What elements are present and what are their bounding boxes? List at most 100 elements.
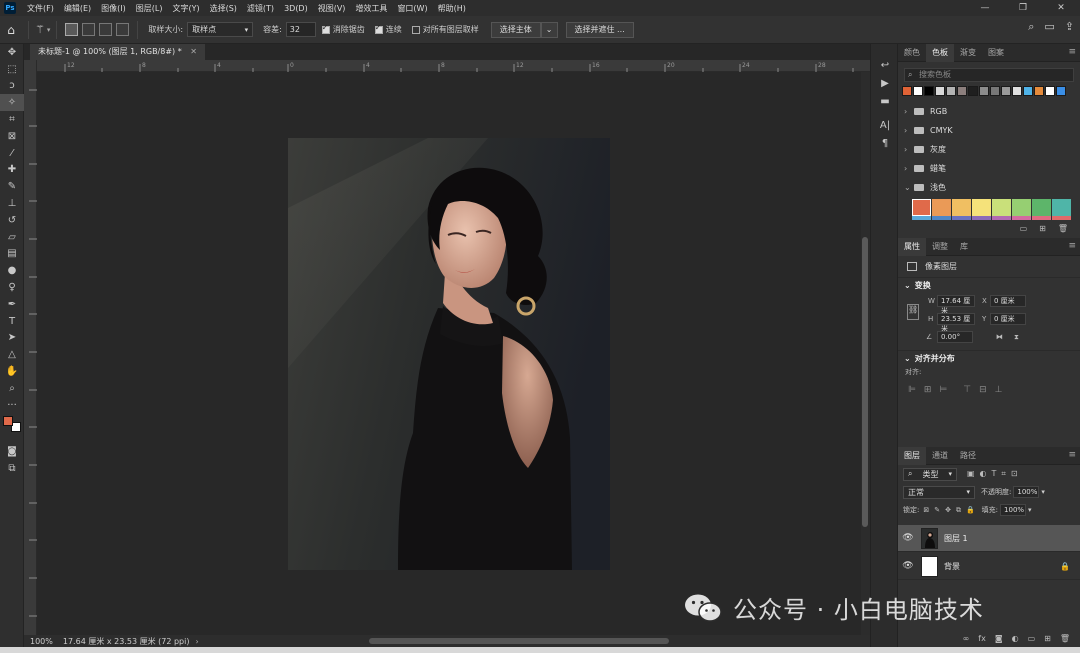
contiguous-checkbox[interactable] bbox=[374, 23, 383, 34]
marquee-tool-icon[interactable]: ⬚ bbox=[0, 61, 24, 78]
menu-help[interactable]: 帮助(H) bbox=[433, 3, 471, 14]
align-left-icon[interactable]: ⊫ bbox=[908, 385, 916, 395]
document-image[interactable] bbox=[288, 138, 610, 570]
layer-row[interactable]: 👁 背景 🔒 bbox=[898, 553, 1080, 580]
lock-icons[interactable]: ⊠✎✥⧉🔒 bbox=[923, 506, 979, 515]
select-and-mask-button[interactable]: 选择并遮住 ... bbox=[565, 21, 634, 38]
panel-menu-icon[interactable]: ≡ bbox=[1068, 47, 1076, 57]
swatch[interactable] bbox=[1052, 216, 1071, 220]
link-icon[interactable]: ⛓ bbox=[907, 304, 919, 320]
paragraph-icon[interactable]: ¶ bbox=[871, 134, 899, 152]
swatch[interactable] bbox=[1001, 86, 1011, 96]
swatch[interactable] bbox=[1032, 199, 1051, 216]
swatch[interactable] bbox=[992, 199, 1011, 216]
zoom-level[interactable]: 100% bbox=[30, 637, 53, 646]
zoom-tool-icon[interactable]: ⌕ bbox=[0, 380, 24, 397]
new-selection-mode-button[interactable] bbox=[65, 23, 79, 36]
adjustment-layer-icon[interactable]: ◐ bbox=[1012, 634, 1019, 643]
tolerance-input[interactable]: 32 bbox=[285, 22, 316, 37]
swatch[interactable] bbox=[1012, 216, 1031, 220]
delete-icon[interactable]: 🗑 bbox=[1058, 224, 1068, 233]
blend-mode-select[interactable]: 正常 ▾ bbox=[903, 485, 975, 499]
swatch[interactable] bbox=[946, 86, 956, 96]
close-button[interactable]: ✕ bbox=[1042, 0, 1080, 16]
actions-play-icon[interactable]: ▶ bbox=[871, 74, 899, 92]
align-center-v-icon[interactable]: ⊟ bbox=[979, 385, 987, 395]
dodge-tool-icon[interactable]: ♀ bbox=[0, 279, 24, 296]
align-bottom-icon[interactable]: ⊥ bbox=[995, 385, 1003, 395]
opacity-input[interactable]: 100% bbox=[1013, 486, 1040, 498]
swatch-search-input[interactable]: ⌕ 搜索色板 bbox=[904, 68, 1074, 82]
workspace-icon[interactable]: ▭ bbox=[1044, 20, 1054, 34]
link-layers-icon[interactable]: ∞ bbox=[963, 634, 970, 643]
swatch[interactable] bbox=[952, 199, 971, 216]
intersect-selection-mode-button[interactable] bbox=[116, 23, 130, 36]
swatch-group-light[interactable]: ⌄ 浅色 bbox=[898, 178, 1080, 197]
chevron-down-icon[interactable]: ▾ bbox=[1041, 488, 1045, 496]
tab-gradients[interactable]: 渐变 bbox=[954, 44, 982, 62]
quick-mask-icon[interactable]: ◙ bbox=[0, 444, 24, 461]
shape-tool-icon[interactable]: △ bbox=[0, 346, 24, 363]
tab-patterns[interactable]: 图案 bbox=[982, 44, 1010, 62]
type-tool-icon[interactable]: T bbox=[0, 313, 24, 330]
swatch[interactable] bbox=[957, 86, 967, 96]
swatch[interactable] bbox=[1056, 86, 1066, 96]
hand-tool-icon[interactable]: ✋ bbox=[0, 363, 24, 380]
layer-name[interactable]: 背景 bbox=[944, 561, 960, 572]
screen-mode-icon[interactable]: ⧉ bbox=[0, 460, 24, 477]
lasso-tool-icon[interactable]: ↄ bbox=[0, 78, 24, 95]
swatch[interactable] bbox=[979, 86, 989, 96]
swatch[interactable] bbox=[972, 199, 991, 216]
swatch[interactable] bbox=[935, 86, 945, 96]
chevron-down-icon[interactable]: ▾ bbox=[1028, 506, 1032, 514]
fill-input[interactable]: 100% bbox=[1000, 504, 1027, 516]
healing-brush-tool-icon[interactable]: ✚ bbox=[0, 162, 24, 179]
swatch-group-rgb[interactable]: › RGB bbox=[898, 102, 1080, 121]
minimize-button[interactable]: — bbox=[966, 0, 1004, 16]
eye-icon[interactable]: 👁 bbox=[898, 561, 918, 571]
tab-layers[interactable]: 图层 bbox=[898, 446, 926, 465]
history-icon[interactable]: ↩ bbox=[871, 56, 899, 74]
menu-type[interactable]: 文字(Y) bbox=[167, 3, 204, 14]
eyedropper-tool-icon[interactable]: ⁄ bbox=[0, 145, 24, 162]
align-center-h-icon[interactable]: ⊞ bbox=[924, 385, 932, 395]
magic-wand-preset-icon[interactable]: ⚚ bbox=[35, 23, 45, 36]
magic-wand-tool-icon[interactable]: ✧ bbox=[0, 94, 24, 112]
vertical-scrollbar-thumb[interactable] bbox=[862, 237, 868, 527]
close-icon[interactable]: ✕ bbox=[190, 47, 197, 56]
comments-icon[interactable]: ▬ bbox=[871, 92, 899, 110]
height-input[interactable]: 23.53 厘米 bbox=[937, 313, 975, 333]
character-icon[interactable]: A| bbox=[871, 116, 899, 134]
swatch[interactable] bbox=[912, 199, 931, 216]
sample-size-select[interactable]: 取样点 ▾ bbox=[187, 22, 254, 37]
menu-3d[interactable]: 3D(D) bbox=[279, 4, 313, 13]
layer-row[interactable]: 👁 图层 1 bbox=[898, 525, 1080, 552]
menu-select[interactable]: 选择(S) bbox=[205, 3, 242, 14]
swatch[interactable] bbox=[932, 199, 951, 216]
restore-button[interactable]: ❐ bbox=[1004, 0, 1042, 16]
layer-filter-icons[interactable]: ▣◐T⌗⊡ bbox=[967, 469, 1023, 479]
delete-icon[interactable]: 🗑 bbox=[1060, 634, 1070, 643]
tab-swatches[interactable]: 色板 bbox=[926, 43, 954, 62]
select-subject-dropdown[interactable]: ⌄ bbox=[540, 21, 558, 38]
tab-channels[interactable]: 通道 bbox=[926, 447, 954, 465]
new-group-icon[interactable]: ▭ bbox=[1020, 224, 1028, 233]
menu-file[interactable]: 文件(F) bbox=[22, 3, 59, 14]
tab-color[interactable]: 颜色 bbox=[898, 44, 926, 62]
menu-plugins[interactable]: 增效工具 bbox=[350, 3, 392, 14]
history-brush-tool-icon[interactable]: ↺ bbox=[0, 212, 24, 229]
swatch[interactable] bbox=[968, 86, 978, 96]
panel-menu-icon[interactable]: ≡ bbox=[1068, 241, 1076, 251]
panel-menu-icon[interactable]: ≡ bbox=[1068, 450, 1076, 460]
menu-window[interactable]: 窗口(W) bbox=[392, 3, 432, 14]
x-input[interactable]: 0 厘米 bbox=[990, 295, 1026, 307]
pen-tool-icon[interactable]: ✒ bbox=[0, 296, 24, 313]
swatch[interactable] bbox=[913, 86, 923, 96]
menu-layer[interactable]: 图层(L) bbox=[131, 3, 168, 14]
new-swatch-icon[interactable]: ⊞ bbox=[1039, 224, 1046, 233]
align-section-title[interactable]: ⌄ 对齐并分布 bbox=[898, 351, 1080, 367]
brush-tool-icon[interactable]: ✎ bbox=[0, 178, 24, 195]
swatch[interactable] bbox=[1052, 199, 1071, 216]
share-icon[interactable]: ⇪ bbox=[1065, 20, 1074, 34]
menu-view[interactable]: 视图(V) bbox=[313, 3, 351, 14]
